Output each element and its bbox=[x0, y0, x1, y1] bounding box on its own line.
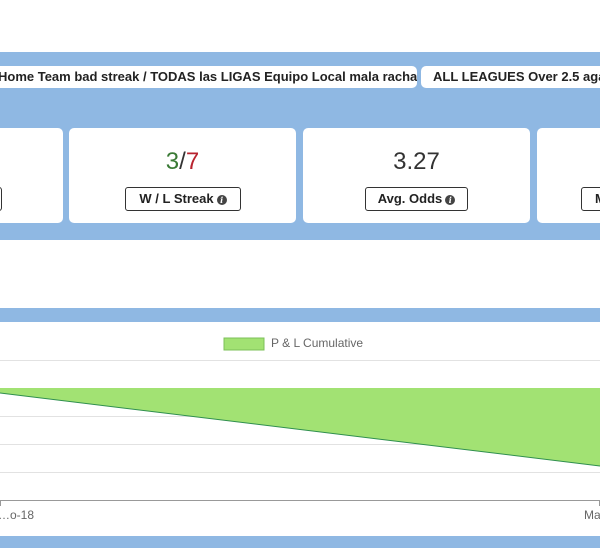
stat-card-partial-right: M bbox=[537, 128, 600, 223]
wl-streak-label: W / L Streak bbox=[139, 191, 214, 206]
wl-streak-info-button[interactable]: W / L Streak i bbox=[125, 187, 241, 211]
x-tick-label: …o-18 bbox=[0, 508, 34, 522]
stat-card-wl-streak: 3/7 W / L Streak i bbox=[69, 128, 296, 223]
tab-all-leagues-over-2-5[interactable]: ALL LEAGUES Over 2.5 aga bbox=[421, 66, 600, 88]
stat-label: M bbox=[595, 191, 600, 206]
tab-label: Home Team bad streak / TODAS las LIGAS E… bbox=[0, 69, 417, 84]
section-divider bbox=[0, 308, 600, 322]
legend-swatch bbox=[223, 337, 265, 351]
pl-cumulative-chart: P & L Cumulative …o-18 Ma… bbox=[0, 336, 600, 522]
stat-info-button[interactable]: M bbox=[581, 187, 600, 211]
tab-home-team-bad-streak[interactable]: Home Team bad streak / TODAS las LIGAS E… bbox=[0, 66, 417, 88]
pl-area bbox=[0, 388, 600, 466]
wl-streak-value: 3/7 bbox=[69, 148, 296, 176]
stat-card-partial-left bbox=[0, 128, 63, 223]
info-icon: i bbox=[216, 195, 227, 205]
avg-odds-info-button[interactable]: Avg. Odds i bbox=[365, 187, 468, 211]
stat-info-button[interactable] bbox=[0, 187, 2, 211]
loss-count: 7 bbox=[185, 148, 200, 175]
separator: / bbox=[179, 148, 186, 175]
legend-label: P & L Cumulative bbox=[271, 336, 363, 350]
tab-label: ALL LEAGUES Over 2.5 aga bbox=[433, 69, 600, 84]
stat-card-avg-odds: 3.27 Avg. Odds i bbox=[303, 128, 530, 223]
avg-odds-value: 3.27 bbox=[393, 148, 440, 175]
x-tick-label: Ma… bbox=[584, 508, 600, 522]
win-count: 3 bbox=[165, 148, 180, 175]
info-icon: i bbox=[445, 195, 456, 205]
avg-odds-label: Avg. Odds bbox=[377, 191, 443, 206]
section-divider-bottom bbox=[0, 536, 600, 548]
